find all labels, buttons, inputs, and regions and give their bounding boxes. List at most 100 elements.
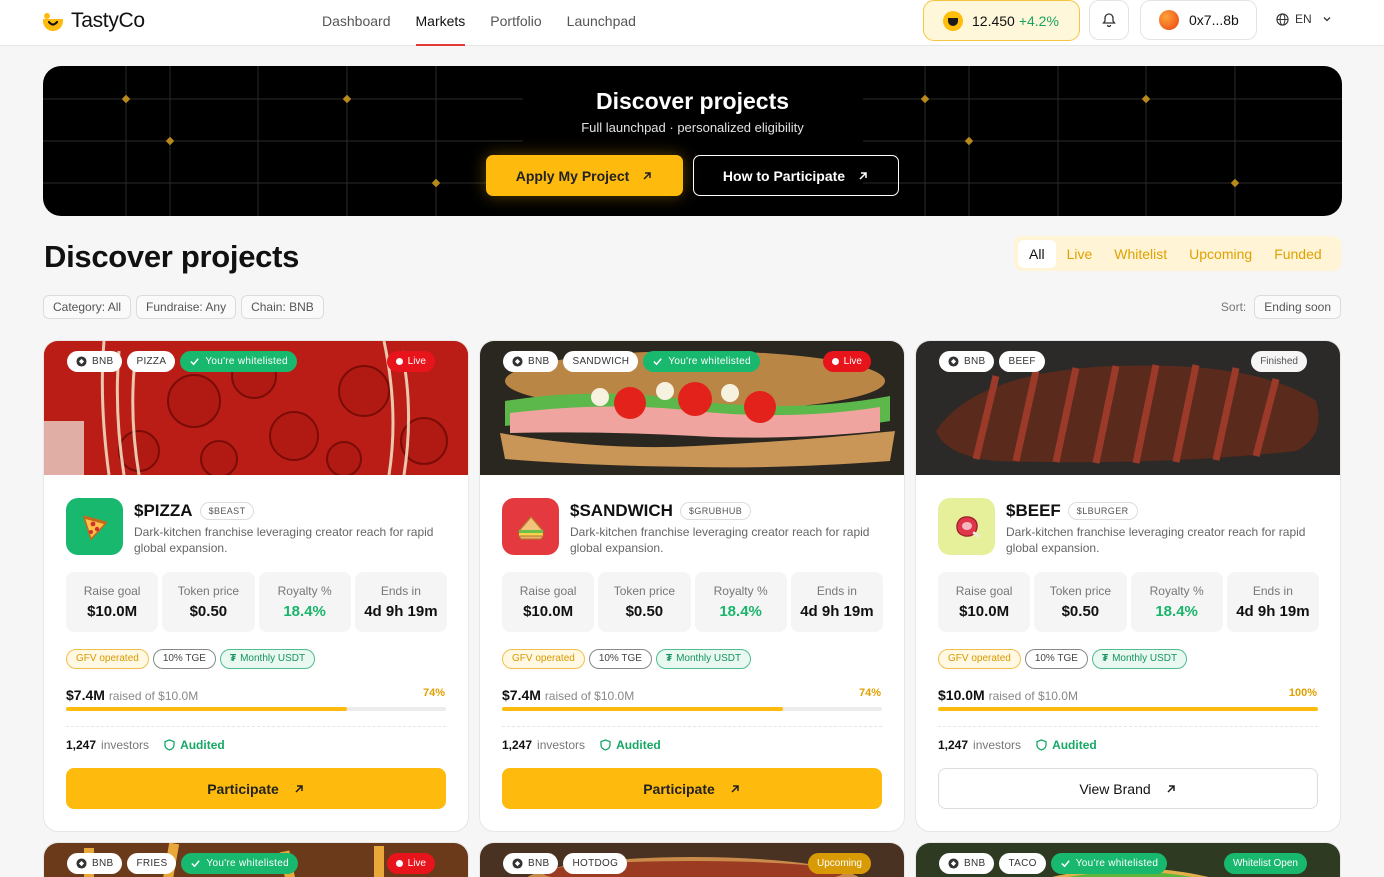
stat-value: 18.4% bbox=[283, 603, 326, 620]
progress-fill bbox=[938, 707, 1318, 711]
project-card[interactable]: BNB BEEF Finished $BEEF $LBURGER Dark-ki… bbox=[915, 340, 1341, 832]
tab-upcoming[interactable]: Upcoming bbox=[1178, 240, 1263, 268]
chain-label: BNB bbox=[964, 356, 986, 367]
status-label: Finished bbox=[1260, 356, 1298, 367]
stat-token-price: Token price $0.50 bbox=[162, 572, 255, 632]
stat-token-price: Token price $0.50 bbox=[1034, 572, 1127, 632]
notifications-button[interactable] bbox=[1089, 0, 1129, 40]
pizza-icon bbox=[82, 515, 107, 540]
brand-name: TastyCo bbox=[71, 9, 145, 32]
tab-funded[interactable]: Funded bbox=[1263, 240, 1332, 268]
stat-label: Raise goal bbox=[83, 584, 141, 598]
stat-value: 4d 9h 19m bbox=[364, 603, 438, 620]
brand-ticker: $LBURGER bbox=[1067, 502, 1138, 520]
badge-usdt-label: Monthly USDT bbox=[1112, 653, 1178, 664]
stat-ends-in: Ends in 4d 9h 19m bbox=[790, 572, 883, 632]
how-to-participate-button[interactable]: How to Participate bbox=[693, 155, 899, 196]
bell-icon bbox=[1102, 13, 1116, 28]
stat-value: 18.4% bbox=[1155, 603, 1198, 620]
language-selector[interactable]: EN bbox=[1276, 12, 1332, 26]
participate-button[interactable]: Participate bbox=[66, 768, 446, 809]
sort-select[interactable]: Ending soon bbox=[1254, 295, 1341, 319]
badge-usdt: ₮ Monthly USDT bbox=[1091, 649, 1188, 669]
filter-bar: Category: All Fundraise: Any Chain: BNB bbox=[43, 295, 324, 319]
raised-of: raised of $10.0M bbox=[108, 689, 199, 703]
raised-amount: $10.0M raised of $10.0M bbox=[938, 687, 1078, 703]
project-description: Dark-kitchen franchise leveraging creato… bbox=[134, 525, 434, 555]
raised-percent: 74% bbox=[422, 687, 445, 699]
stat-raise-goal: Raise goal $10.0M bbox=[938, 572, 1031, 632]
project-card[interactable]: BNB SANDWICH You're whitelisted Live $SA… bbox=[479, 340, 905, 832]
filter-fundraise[interactable]: Fundraise: Any bbox=[136, 295, 237, 319]
view-brand-button[interactable]: View Brand bbox=[938, 768, 1318, 809]
project-card[interactable]: BNB TACO You're whitelisted Whitelist Op… bbox=[915, 842, 1341, 877]
card-tags: BNB HOTDOG bbox=[503, 853, 628, 874]
badge-usdt: ₮ Monthly USDT bbox=[219, 649, 316, 669]
brand-logo[interactable]: TastyCo bbox=[42, 9, 145, 33]
nav-dashboard[interactable]: Dashboard bbox=[322, 0, 391, 46]
investor-label: investors bbox=[973, 738, 1022, 752]
shield-icon bbox=[1036, 739, 1047, 751]
tab-live[interactable]: Live bbox=[1056, 240, 1104, 268]
wallet-button[interactable]: 0x7...8b bbox=[1140, 0, 1257, 40]
status-badge: Finished bbox=[1251, 351, 1307, 372]
chain-label: BNB bbox=[92, 356, 114, 367]
hero-banner: Discover projects Full launchpad · perso… bbox=[43, 66, 1342, 216]
card-tags: BNB SANDWICH You're whitelisted bbox=[503, 351, 760, 372]
brand-ticker: $BEAST bbox=[199, 502, 255, 520]
project-card[interactable]: BNB HOTDOG Upcoming bbox=[479, 842, 905, 877]
stat-raise-goal: Raise goal $10.0M bbox=[66, 572, 159, 632]
status-badge: Live bbox=[822, 351, 871, 372]
stat-value: $0.50 bbox=[189, 603, 228, 620]
hero-subtitle: Full launchpad · personalized eligibilit… bbox=[581, 120, 804, 135]
progress-bar bbox=[938, 707, 1318, 711]
stat-ends-in: Ends in 4d 9h 19m bbox=[354, 572, 447, 632]
participate-button[interactable]: Participate bbox=[502, 768, 882, 809]
section-title: Discover projects bbox=[44, 239, 300, 274]
nav-launchpad[interactable]: Launchpad bbox=[567, 0, 636, 46]
sandwich-icon bbox=[517, 515, 544, 539]
whitelisted-label: You're whitelisted bbox=[206, 858, 289, 869]
tab-all[interactable]: All bbox=[1018, 239, 1056, 268]
stat-value: 4d 9h 19m bbox=[1236, 603, 1310, 620]
apply-project-button[interactable]: Apply My Project bbox=[486, 155, 683, 196]
chevron-down-icon bbox=[1323, 17, 1331, 22]
stat-label: Token price bbox=[1049, 584, 1112, 598]
raised-amount: $7.4M raised of $10.0M bbox=[502, 687, 634, 703]
nav-portfolio[interactable]: Portfolio bbox=[490, 0, 541, 46]
tether-icon: ₮ bbox=[229, 653, 237, 664]
category-tag: HOTDOG bbox=[563, 853, 628, 874]
category-tag: FRIES bbox=[127, 853, 177, 874]
badge-tge: 10% TGE bbox=[152, 649, 216, 669]
category-tag: PIZZA bbox=[127, 351, 176, 372]
view-brand-label: View Brand bbox=[1079, 780, 1151, 797]
brand-ticker: $GRUBHUB bbox=[679, 502, 752, 520]
chain-label: BNB bbox=[528, 356, 550, 367]
bnb-icon bbox=[948, 858, 959, 869]
balance-pill[interactable]: 12.450 +4.2% bbox=[923, 0, 1080, 41]
stat-label: Ends in bbox=[816, 584, 857, 598]
raised-of: raised of $10.0M bbox=[988, 689, 1078, 703]
tab-whitelist[interactable]: Whitelist bbox=[1103, 240, 1178, 268]
project-card[interactable]: BNB PIZZA You're whitelisted Live $PIZZA… bbox=[43, 340, 469, 832]
progress-fill bbox=[502, 707, 784, 711]
project-card[interactable]: BNB FRIES You're whitelisted Live bbox=[43, 842, 469, 877]
sort-control: Sort: Ending soon bbox=[1221, 295, 1341, 319]
stat-label: Ends in bbox=[1252, 584, 1293, 598]
stat-value: $10.0M bbox=[87, 603, 138, 620]
badge-usdt-label: Monthly USDT bbox=[676, 653, 742, 664]
arrow-up-right-icon bbox=[295, 784, 303, 793]
project-symbol: $PIZZA bbox=[134, 501, 193, 520]
badge-tge: 10% TGE bbox=[1024, 649, 1088, 669]
project-symbol: $BEEF bbox=[1006, 501, 1061, 520]
filter-chain[interactable]: Chain: BNB bbox=[241, 295, 324, 319]
stat-label: Raise goal bbox=[955, 584, 1013, 598]
bnb-icon bbox=[512, 858, 523, 869]
nav-markets[interactable]: Markets bbox=[415, 0, 465, 46]
feature-badges: GFV operated 10% TGE ₮ Monthly USDT bbox=[66, 649, 316, 669]
main-nav: Dashboard Markets Portfolio Launchpad bbox=[322, 0, 636, 46]
stat-label: Royalty % bbox=[713, 584, 768, 598]
filter-category[interactable]: Category: All bbox=[43, 295, 132, 319]
hero-title: Discover projects bbox=[595, 88, 790, 114]
raised-amount: $7.4M raised of $10.0M bbox=[66, 687, 198, 703]
